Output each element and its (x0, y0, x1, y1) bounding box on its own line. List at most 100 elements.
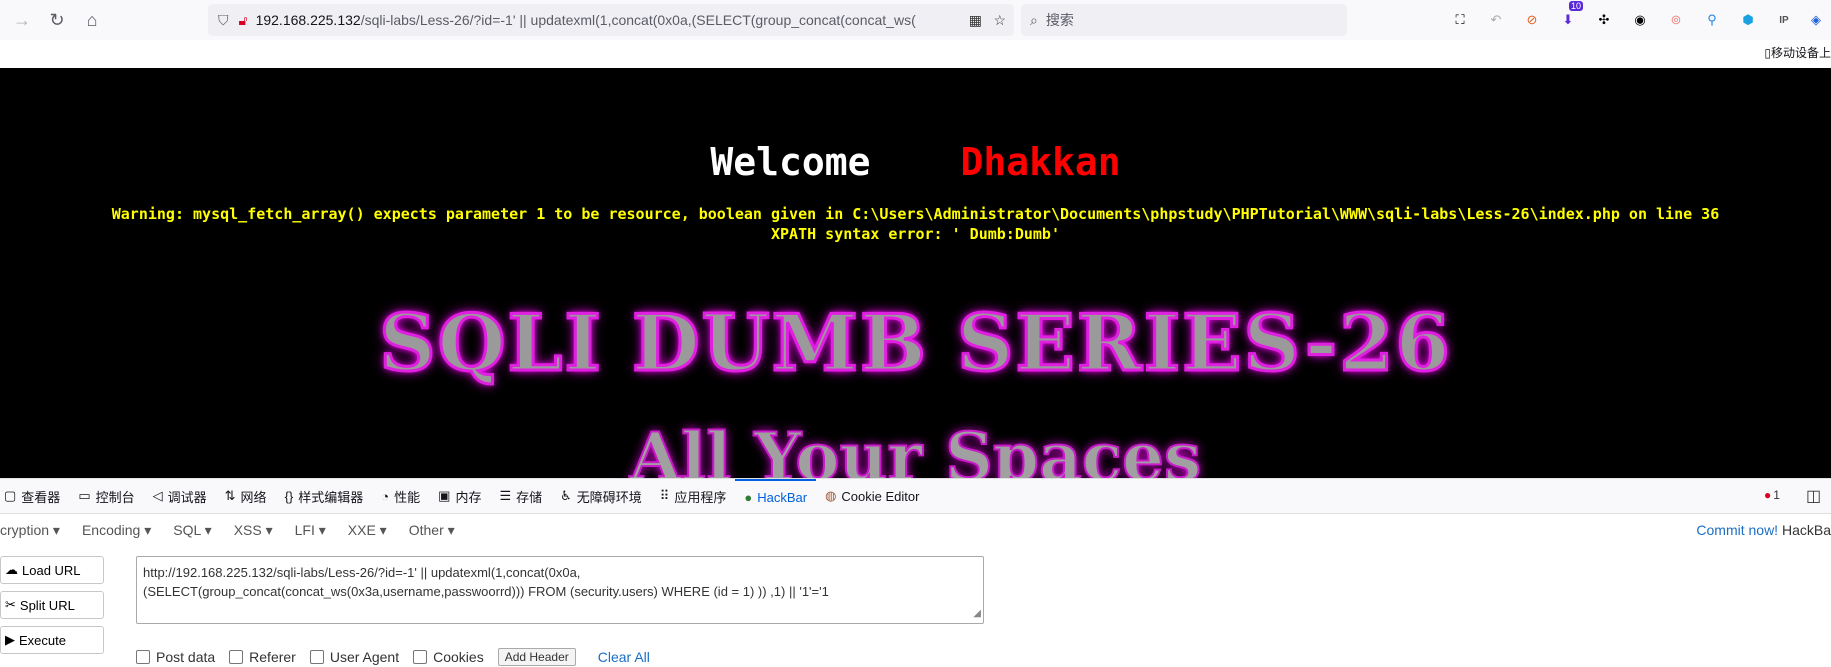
tab-performance[interactable]: ◔ 性能 (372, 479, 429, 513)
add-header-button[interactable]: Add Header (497, 648, 576, 666)
url-line-2: (SELECT(group_concat(concat_ws(0x3a,user… (143, 584, 829, 599)
referer-checkbox[interactable] (229, 650, 244, 664)
name-word: Dhakkan (960, 140, 1121, 184)
load-url-icon: ☁ (5, 562, 18, 577)
qr-code-icon[interactable]: ▦ (969, 12, 982, 29)
inspector-icon: ▢ (4, 488, 17, 503)
menu-label: Other (408, 521, 444, 538)
tab-network[interactable]: ⇅ 网络 (216, 479, 276, 513)
error-count: 1 (1773, 488, 1780, 502)
extension-cube-icon[interactable]: ⬢ (1737, 10, 1759, 30)
user-agent-checkbox[interactable] (309, 650, 324, 664)
execute-button[interactable]: ▶ Execute (0, 626, 104, 654)
referer-option[interactable]: Referer (229, 649, 296, 665)
bookmark-star-icon[interactable]: ☆ (993, 12, 1006, 29)
undo-icon[interactable]: ↶ (1485, 10, 1507, 30)
warning-line: Warning: mysql_fetch_array() expects par… (111, 205, 1720, 223)
tab-cookie-editor[interactable]: ◍ Cookie Editor (816, 479, 928, 513)
button-label: Load URL (22, 562, 81, 578)
button-label: Execute (19, 632, 66, 648)
search-bar[interactable]: ⌕ 搜索 (1021, 4, 1347, 36)
menu-lfi[interactable]: LFI ▾ (284, 522, 337, 539)
welcome-word: Welcome (710, 140, 871, 184)
ip-icon[interactable]: IP (1773, 10, 1795, 30)
commit-link[interactable]: Commit now! (1696, 522, 1778, 538)
menu-xss[interactable]: XSS ▾ (223, 522, 284, 539)
split-url-button[interactable]: ✂ Split URL (0, 591, 104, 619)
tab-memory[interactable]: ▣ 内存 (429, 479, 490, 513)
application-icon: ⠿ (659, 488, 670, 503)
menu-encryption[interactable]: cryption ▾ (0, 522, 71, 539)
tab-hackbar[interactable]: ● HackBar (735, 479, 817, 513)
menu-xxe[interactable]: XXE ▾ (337, 522, 398, 539)
location-pin-icon[interactable]: ⚲ (1701, 10, 1723, 30)
tab-console[interactable]: ▭ 控制台 (69, 479, 143, 513)
menu-other[interactable]: Other ▾ (398, 522, 466, 539)
console-icon: ▭ (78, 488, 91, 503)
hackbar-brand: HackBa (1781, 522, 1831, 538)
hackbar-icon: ● (744, 489, 753, 505)
menu-label: LFI (294, 521, 315, 538)
crop-icon[interactable]: ⛶ (1449, 10, 1471, 30)
tab-label: 控制台 (95, 489, 135, 505)
menu-label: cryption (0, 521, 50, 538)
address-bar[interactable]: ⛉ 🔓︎ 192.168.225.132/sqli-labs/Less-26/?… (208, 4, 1014, 36)
debugger-icon: ◁ (152, 488, 163, 503)
error-icon: ● (1764, 488, 1772, 502)
tab-storage[interactable]: ☰ 存储 (490, 479, 551, 513)
menu-sql[interactable]: SQL ▾ (162, 522, 222, 539)
load-url-button[interactable]: ☁ Load URL (0, 556, 104, 584)
hackbar-menu: cryption ▾ Encoding ▾ SQL ▾ XSS ▾ LFI ▾ … (0, 513, 1831, 547)
tab-accessibility[interactable]: ♿︎ 无障碍环境 (551, 479, 651, 513)
dock-icon[interactable]: ◫ (1806, 486, 1821, 506)
home-icon[interactable]: ⌂ (75, 3, 109, 37)
download-badge: 10 (1569, 1, 1584, 11)
tab-label: 存储 (516, 489, 543, 505)
tab-application[interactable]: ⠿ 应用程序 (651, 479, 736, 513)
tab-label: 调试器 (167, 489, 207, 505)
post-data-checkbox[interactable] (136, 650, 150, 664)
extension-puzzle-icon[interactable]: ✣ (1593, 10, 1615, 30)
php-warning: Warning: mysql_fetch_array() expects par… (0, 204, 1831, 244)
clear-all-link[interactable]: Clear All (598, 649, 650, 665)
tab-debugger[interactable]: ◁ 调试器 (144, 479, 216, 513)
search-icon: ⌕ (1030, 11, 1038, 28)
series-banner: SQLI DUMB SERIES-26 (378, 297, 1452, 391)
menu-encoding[interactable]: Encoding ▾ (71, 522, 162, 539)
download-icon[interactable]: ⬇ 10 (1557, 1, 1584, 30)
extension-orange-icon[interactable]: ⊘ (1521, 10, 1543, 30)
devtools-tabbar: ▢ 查看器 ▭ 控制台 ◁ 调试器 ⇅ 网络 {} 样式编辑器 ◔ 性能 ▣ 内存 ☰ 存储 ♿… (0, 478, 1831, 514)
resize-handle-icon[interactable]: ◢ (973, 604, 981, 623)
tab-label: 应用程序 (674, 489, 727, 505)
shield-icon[interactable]: ⛉ (218, 12, 229, 29)
post-data-option[interactable]: Post data (136, 649, 215, 665)
performance-icon: ◔ (381, 488, 390, 504)
extension-blue-icon[interactable]: ◈ (1805, 10, 1827, 30)
mobile-bookmarks-button[interactable]: ▯移动设备上 (1764, 44, 1831, 61)
tab-inspector[interactable]: ▢ 查看器 (0, 479, 69, 513)
network-icon: ⇅ (224, 488, 236, 503)
url-line-1: http://192.168.225.132/sqli-labs/Less-26… (143, 565, 581, 580)
user-agent-option[interactable]: User Agent (309, 649, 400, 665)
option-label: User Agent (329, 649, 400, 665)
mobile-device-icon: ▯ (1764, 46, 1771, 60)
extension-pink-icon[interactable]: ⊚ (1665, 10, 1687, 30)
forward-icon[interactable]: → (5, 3, 39, 37)
welcome-heading: Welcome Dhakkan (0, 140, 1831, 184)
tab-label: 网络 (240, 489, 267, 505)
option-label: Referer (249, 649, 296, 665)
tab-label: 无障碍环境 (576, 489, 642, 505)
cookies-option[interactable]: Cookies (413, 649, 484, 665)
error-counter[interactable]: ● 1 (1764, 488, 1780, 502)
tab-style-editor[interactable]: {} 样式编辑器 (276, 479, 373, 513)
url-textarea[interactable]: http://192.168.225.132/sqli-labs/Less-26… (136, 556, 984, 624)
cookie-icon[interactable]: ◉ (1629, 10, 1651, 30)
cookies-checkbox[interactable] (413, 650, 428, 664)
storage-icon: ☰ (499, 488, 512, 503)
tab-label: 内存 (455, 489, 482, 505)
browser-toolbar: → ↻ ⌂ ⛉ 🔓︎ 192.168.225.132/sqli-labs/Les… (0, 0, 1831, 40)
mobile-bookmarks-label: 移动设备上 (1770, 46, 1831, 60)
insecure-lock-icon[interactable]: 🔓︎ (239, 12, 248, 29)
reload-icon[interactable]: ↻ (40, 3, 74, 37)
memory-icon: ▣ (438, 488, 451, 503)
